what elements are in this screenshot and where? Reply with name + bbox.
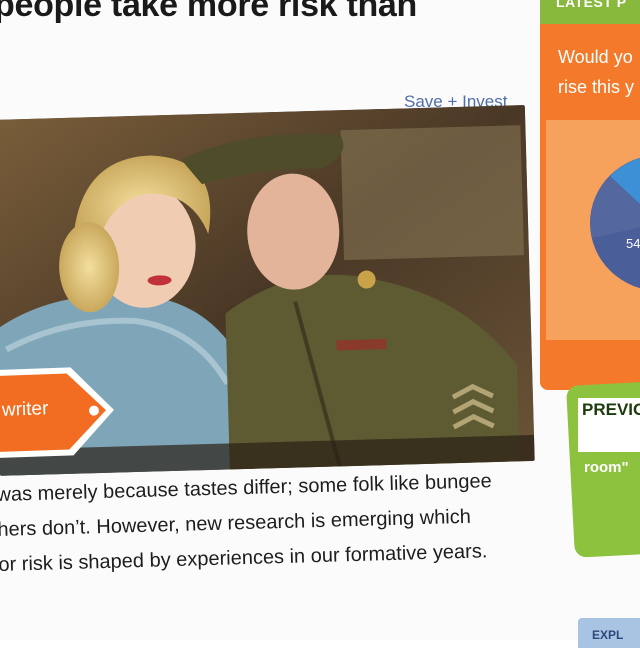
poll-question-line: rise this y: [558, 77, 635, 97]
previous-question-line: Do you: [584, 434, 635, 451]
poll-question[interactable]: Would yo rise this y: [558, 42, 640, 102]
poll-pie-chart: [590, 157, 640, 288]
poll-percentage-label: 54: [626, 236, 640, 251]
author-tag[interactable]: writer: [0, 360, 120, 464]
article-headline: people take more risk than: [0, 0, 418, 24]
previous-poll-heading: PREVIO: [582, 400, 640, 419]
latest-poll-heading: LATEST P: [556, 0, 627, 10]
poll-question-line: Would yo: [558, 47, 633, 67]
previous-poll-question[interactable]: Do you room": [584, 430, 640, 480]
previous-question-line: room": [584, 459, 629, 476]
article-body: was merely because tastes differ; some f…: [0, 463, 529, 583]
author-tag-label: writer: [1, 398, 49, 421]
